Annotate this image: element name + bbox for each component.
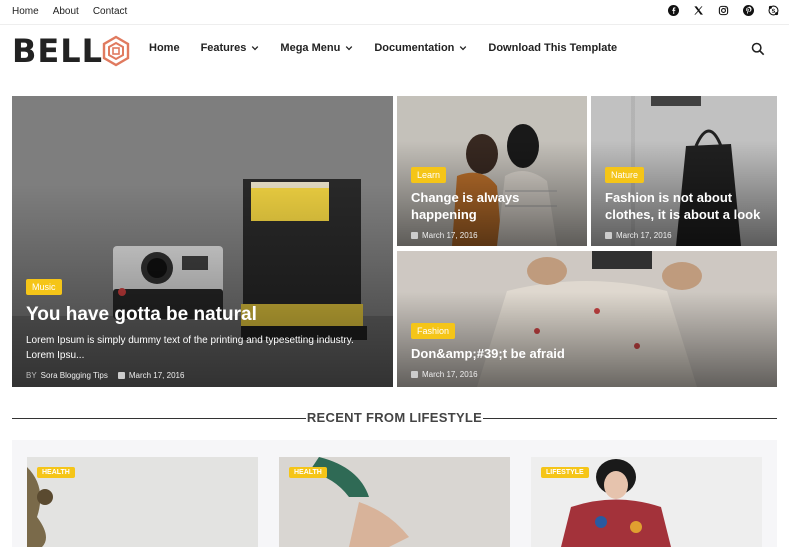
featured-post-2[interactable]: Learn Change is always happening March 1… (397, 96, 587, 246)
instagram-icon[interactable] (718, 5, 729, 16)
category-label[interactable]: HEALTH (289, 467, 327, 478)
post-title[interactable]: You have gotta be natural (26, 303, 379, 327)
category-label[interactable]: Music (26, 279, 62, 295)
nav-features[interactable]: Features (201, 42, 260, 54)
post-meta: March 17, 2016 (411, 231, 573, 240)
logo-text: BELL (12, 32, 104, 70)
top-link-contact[interactable]: Contact (93, 6, 127, 17)
nav-download-label: Download This Template (488, 42, 618, 54)
search-icon[interactable] (751, 42, 765, 56)
top-link-about[interactable]: About (53, 6, 79, 17)
post-meta: March 17, 2016 (411, 370, 763, 379)
featured-2-content: Learn Change is always happening March 1… (411, 165, 573, 240)
featured-4-content: Fashion Don&amp;#39;t be afraid March 17… (411, 321, 763, 379)
nav-download[interactable]: Download This Template (488, 42, 617, 54)
top-bar: Home About Contact (0, 0, 789, 25)
logo-mark-icon (102, 35, 130, 67)
social-icons (668, 5, 779, 16)
category-label[interactable]: Fashion (411, 323, 456, 339)
post-date: March 17, 2016 (422, 231, 478, 240)
post-excerpt: Lorem Ipsum is simply dummy text of the … (26, 335, 354, 361)
site-header: BELL Home Features Mega Menu Documentati… (0, 25, 789, 81)
featured-main-content: Music You have gotta be natural Lorem Ip… (26, 277, 379, 380)
featured-post-4[interactable]: Fashion Don&amp;#39;t be afraid March 17… (397, 251, 777, 387)
category-label[interactable]: Learn (411, 167, 447, 183)
calendar-icon (411, 232, 418, 239)
nav-features-label: Features (200, 42, 247, 54)
calendar-icon (117, 372, 125, 379)
post-title[interactable]: Don&amp;#39;t be afraid (411, 345, 763, 362)
x-icon[interactable] (693, 5, 704, 16)
post-title[interactable]: Fashion is not about clothes, it is abou… (605, 189, 763, 223)
calendar-icon (411, 371, 418, 378)
top-links: Home About Contact (12, 6, 127, 17)
post-date: March 17, 2016 (128, 371, 185, 380)
nav-home[interactable]: Home (149, 42, 180, 54)
post-date: March 17, 2016 (422, 370, 478, 379)
nav-documentation-label: Documentation (374, 42, 455, 54)
chevron-down-icon (346, 46, 353, 51)
featured-post-3[interactable]: Nature Fashion is not about clothes, it … (591, 96, 777, 246)
recent-post-card[interactable]: HEALTH (27, 457, 258, 547)
post-meta: March 17, 2016 (605, 231, 763, 240)
facebook-icon[interactable] (668, 5, 679, 16)
chevron-down-icon (460, 46, 467, 51)
featured-3-content: Nature Fashion is not about clothes, it … (605, 165, 763, 240)
featured-post-main[interactable]: Music You have gotta be natural Lorem Ip… (12, 96, 393, 387)
nav-documentation[interactable]: Documentation (374, 42, 467, 54)
divider (483, 418, 777, 419)
post-author[interactable]: Sora Blogging Tips (41, 371, 108, 380)
calendar-icon (605, 232, 612, 239)
category-label[interactable]: HEALTH (37, 467, 75, 478)
pinterest-icon[interactable] (743, 5, 754, 16)
site-logo[interactable]: BELL (12, 33, 131, 69)
skype-icon[interactable] (768, 5, 779, 16)
by-label: BY (26, 371, 37, 380)
nav-mega-menu-label: Mega Menu (280, 42, 341, 54)
post-title[interactable]: Change is always happening (411, 189, 573, 223)
chevron-down-icon (252, 46, 259, 51)
nav-mega-menu[interactable]: Mega Menu (280, 42, 353, 54)
category-label[interactable]: Nature (605, 167, 645, 183)
top-link-home[interactable]: Home (12, 6, 39, 17)
main-nav: Home Features Mega Menu Documentation Do… (149, 42, 617, 54)
nav-home-label: Home (149, 42, 180, 54)
post-meta: BY Sora Blogging Tips March 17, 2016 (26, 371, 379, 380)
post-date: March 17, 2016 (616, 231, 672, 240)
section-header: RECENT FROM LIFESTYLE (12, 405, 777, 433)
recent-post-card[interactable]: LIFESTYLE (531, 457, 762, 547)
category-label[interactable]: LIFESTYLE (541, 467, 589, 478)
recent-posts: HEALTH HEALTH LIFESTYLE (12, 440, 777, 547)
recent-post-card[interactable]: HEALTH (279, 457, 510, 547)
